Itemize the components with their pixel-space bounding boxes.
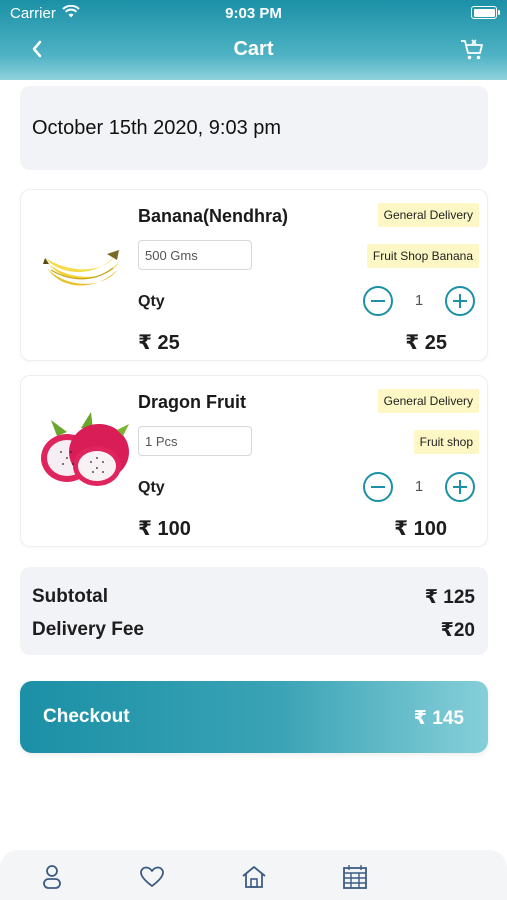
qty-label: Qty bbox=[138, 479, 165, 496]
tab-profile[interactable] bbox=[37, 862, 67, 892]
status-time: 9:03 PM bbox=[225, 5, 282, 22]
profile-icon bbox=[43, 865, 61, 889]
cart-item: Dragon Fruit 1 Pcs General Delivery Frui… bbox=[20, 375, 488, 547]
subtotal-value: ₹ 125 bbox=[424, 586, 475, 608]
delivery-fee-label: Delivery Fee bbox=[32, 619, 144, 640]
shop-tag: Fruit shop bbox=[413, 430, 479, 454]
navbar: Cart bbox=[0, 30, 507, 70]
quantity-value: 1 bbox=[414, 478, 424, 495]
checkout-amount: ₹ 145 bbox=[413, 708, 464, 729]
item-price: ₹ 100 bbox=[138, 518, 191, 540]
tab-favorites[interactable] bbox=[137, 862, 167, 892]
delivery-fee-value: ₹20 bbox=[440, 619, 475, 641]
shop-tag: Fruit Shop Banana bbox=[366, 244, 479, 268]
item-price: ₹ 25 bbox=[138, 332, 180, 354]
delivery-tag: General Delivery bbox=[377, 389, 479, 413]
decrement-button[interactable] bbox=[363, 472, 393, 502]
subtotal-row: Subtotal ₹ 125 bbox=[32, 584, 475, 610]
item-name: Dragon Fruit bbox=[138, 392, 246, 412]
tab-home[interactable] bbox=[239, 862, 269, 892]
cart-icon bbox=[461, 39, 483, 60]
item-total: ₹ 100 bbox=[394, 518, 447, 540]
quantity-value: 1 bbox=[414, 292, 424, 309]
order-summary: Subtotal ₹ 125 Delivery Fee ₹20 bbox=[20, 567, 488, 655]
calendar-icon bbox=[343, 865, 367, 889]
checkout-label: Checkout bbox=[43, 706, 130, 727]
cart-item: Banana(Nendhra) 500 Gms General Delivery… bbox=[20, 189, 488, 361]
page-title: Cart bbox=[233, 38, 274, 60]
delivery-tag: General Delivery bbox=[377, 203, 479, 227]
app-header: Carrier 9:03 PM Cart bbox=[0, 0, 507, 80]
subtotal-label: Subtotal bbox=[32, 586, 108, 607]
status-bar: Carrier 9:03 PM bbox=[0, 0, 507, 28]
dragon-fruit-image bbox=[37, 406, 133, 496]
heart-icon bbox=[140, 866, 164, 887]
order-date-panel: October 15th 2020, 9:03 pm bbox=[20, 86, 488, 170]
delivery-fee-row: Delivery Fee ₹20 bbox=[32, 617, 475, 643]
order-date: October 15th 2020, 9:03 pm bbox=[32, 116, 282, 139]
weight-select[interactable]: 1 Pcs bbox=[138, 426, 252, 456]
increment-button[interactable] bbox=[445, 472, 475, 502]
battery-icon bbox=[471, 6, 500, 19]
quantity-stepper: 1 bbox=[363, 286, 475, 316]
qty-label: Qty bbox=[138, 293, 165, 310]
banana-image bbox=[37, 220, 133, 310]
tab-calendar[interactable] bbox=[340, 862, 370, 892]
weight-select[interactable]: 500 Gms bbox=[138, 240, 252, 270]
item-total: ₹ 25 bbox=[405, 332, 447, 354]
home-icon bbox=[242, 866, 266, 888]
increment-button[interactable] bbox=[445, 286, 475, 316]
item-name: Banana(Nendhra) bbox=[138, 206, 289, 226]
bottom-tab-bar bbox=[0, 850, 507, 900]
quantity-stepper: 1 bbox=[363, 472, 475, 502]
checkout-button[interactable]: Checkout ₹ 145 bbox=[20, 681, 488, 753]
decrement-button[interactable] bbox=[363, 286, 393, 316]
cart-button[interactable] bbox=[457, 35, 487, 65]
